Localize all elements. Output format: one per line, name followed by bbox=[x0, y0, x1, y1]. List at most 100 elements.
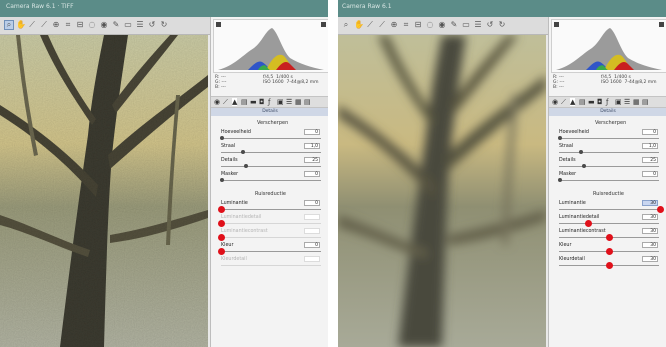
kleur-value[interactable]: 0 bbox=[304, 242, 320, 248]
details-slider[interactable] bbox=[559, 166, 659, 167]
hoeveelheid-slider[interactable] bbox=[221, 138, 321, 139]
luminantiedetail-knob[interactable] bbox=[585, 220, 592, 227]
luminantiecontrast-slider[interactable] bbox=[221, 237, 321, 238]
tab-presets-icon[interactable]: ☰ bbox=[624, 98, 630, 106]
color-sampler-icon[interactable]: ⟋ bbox=[40, 21, 48, 29]
hoeveelheid-value[interactable]: 0 bbox=[304, 129, 320, 135]
masker-slider[interactable] bbox=[559, 180, 659, 181]
crop-icon[interactable]: ⌗ bbox=[402, 21, 410, 29]
straighten-icon[interactable]: ⊟ bbox=[76, 21, 84, 29]
kleur-value[interactable]: 30 bbox=[642, 242, 658, 248]
crop-icon[interactable]: ⌗ bbox=[64, 21, 72, 29]
luminantiedetail-value[interactable]: 30 bbox=[642, 214, 658, 220]
hand-icon[interactable]: ✋ bbox=[16, 21, 26, 29]
tab-curve-icon[interactable]: ⟋ bbox=[561, 98, 566, 106]
masker-knob[interactable] bbox=[220, 178, 224, 182]
tab-detail-icon[interactable]: ▲ bbox=[570, 98, 576, 106]
luminantiedetail-slider[interactable] bbox=[559, 223, 659, 224]
straal-slider[interactable] bbox=[221, 152, 321, 153]
tab-effects-icon[interactable]: ƒ bbox=[606, 98, 608, 106]
tab-hsl-icon[interactable]: ▤ bbox=[241, 98, 248, 106]
preferences-icon[interactable]: ☰ bbox=[474, 21, 482, 29]
details-knob[interactable] bbox=[582, 164, 586, 168]
tab-snapshots-icon[interactable]: ▦ bbox=[295, 98, 302, 106]
tab-curve-icon[interactable]: ⟋ bbox=[223, 98, 228, 106]
luminantie-value[interactable]: 0 bbox=[304, 200, 320, 206]
luminantie-value[interactable]: 30 bbox=[642, 200, 658, 206]
gradient-icon[interactable]: ▭ bbox=[462, 21, 470, 29]
tab-lens-icon[interactable]: ◘ bbox=[259, 98, 265, 106]
kleur-knob[interactable] bbox=[606, 248, 613, 255]
kleur-knob[interactable] bbox=[218, 248, 225, 255]
brush-icon[interactable]: ✎ bbox=[450, 21, 458, 29]
preferences-icon[interactable]: ☰ bbox=[136, 21, 144, 29]
luminantie-slider[interactable] bbox=[221, 209, 321, 210]
rotate-right-icon[interactable]: ↻ bbox=[160, 21, 168, 29]
straal-value[interactable]: 1,0 bbox=[304, 143, 320, 149]
eyedropper-icon[interactable]: ⟋ bbox=[366, 21, 374, 29]
luminantiecontrast-value[interactable] bbox=[304, 228, 320, 234]
details-slider[interactable] bbox=[221, 166, 321, 167]
hoeveelheid-knob[interactable] bbox=[558, 136, 562, 140]
details-knob[interactable] bbox=[244, 164, 248, 168]
straal-value[interactable]: 1,0 bbox=[642, 143, 658, 149]
masker-value[interactable]: 0 bbox=[642, 171, 658, 177]
luminantie-knob[interactable] bbox=[218, 206, 225, 213]
hoeveelheid-value[interactable]: 0 bbox=[642, 129, 658, 135]
luminantiecontrast-knob[interactable] bbox=[218, 234, 225, 241]
color-sampler-icon[interactable]: ⟋ bbox=[378, 21, 386, 29]
luminantiedetail-slider[interactable] bbox=[221, 223, 321, 224]
gradient-icon[interactable]: ▭ bbox=[124, 21, 132, 29]
details-value[interactable]: 25 bbox=[642, 157, 658, 163]
hoeveelheid-knob[interactable] bbox=[220, 136, 224, 140]
luminantiecontrast-knob[interactable] bbox=[606, 234, 613, 241]
tab-basic-icon[interactable]: ◉ bbox=[552, 98, 558, 106]
luminantie-knob[interactable] bbox=[657, 206, 664, 213]
zoom-icon[interactable]: ⌕ bbox=[342, 21, 350, 29]
brush-icon[interactable]: ✎ bbox=[112, 21, 120, 29]
kleurdetail-slider[interactable] bbox=[221, 265, 321, 266]
red-eye-icon[interactable]: ◉ bbox=[100, 21, 108, 29]
tab-menu-icon[interactable]: ▤ bbox=[642, 98, 649, 106]
spot-removal-icon[interactable]: ◌ bbox=[426, 21, 434, 29]
tab-split-icon[interactable]: ▬ bbox=[250, 98, 257, 106]
tab-calibration-icon[interactable]: ▣ bbox=[615, 98, 622, 106]
tab-lens-icon[interactable]: ◘ bbox=[597, 98, 603, 106]
straal-slider[interactable] bbox=[559, 152, 659, 153]
zoom-icon[interactable]: ⌕ bbox=[4, 20, 14, 30]
eyedropper-icon[interactable]: ⟋ bbox=[28, 21, 36, 29]
straighten-icon[interactable]: ⊟ bbox=[414, 21, 422, 29]
spot-removal-icon[interactable]: ◌ bbox=[88, 21, 96, 29]
tab-menu-icon[interactable]: ▤ bbox=[304, 98, 311, 106]
details-value[interactable]: 25 bbox=[304, 157, 320, 163]
tab-snapshots-icon[interactable]: ▦ bbox=[633, 98, 640, 106]
red-eye-icon[interactable]: ◉ bbox=[438, 21, 446, 29]
hand-icon[interactable]: ✋ bbox=[354, 21, 364, 29]
target-icon[interactable]: ⊕ bbox=[390, 21, 398, 29]
rotate-left-icon[interactable]: ↺ bbox=[148, 21, 156, 29]
luminantie-slider[interactable] bbox=[559, 209, 659, 210]
straal-knob[interactable] bbox=[579, 150, 583, 154]
kleurdetail-value[interactable]: 30 bbox=[642, 256, 658, 262]
tab-hsl-icon[interactable]: ▤ bbox=[579, 98, 586, 106]
target-icon[interactable]: ⊕ bbox=[52, 21, 60, 29]
kleurdetail-value[interactable] bbox=[304, 256, 320, 262]
rotate-left-icon[interactable]: ↺ bbox=[486, 21, 494, 29]
straal-knob[interactable] bbox=[241, 150, 245, 154]
tab-split-icon[interactable]: ▬ bbox=[588, 98, 595, 106]
tab-calibration-icon[interactable]: ▣ bbox=[277, 98, 284, 106]
masker-slider[interactable] bbox=[221, 180, 321, 181]
tab-presets-icon[interactable]: ☰ bbox=[286, 98, 292, 106]
luminantiedetail-knob[interactable] bbox=[218, 220, 225, 227]
masker-knob[interactable] bbox=[558, 178, 562, 182]
rotate-right-icon[interactable]: ↻ bbox=[498, 21, 506, 29]
masker-value[interactable]: 0 bbox=[304, 171, 320, 177]
luminantiedetail-value[interactable] bbox=[304, 214, 320, 220]
luminantiecontrast-value[interactable]: 30 bbox=[642, 228, 658, 234]
kleurdetail-knob[interactable] bbox=[606, 262, 613, 269]
hoeveelheid-slider[interactable] bbox=[559, 138, 659, 139]
tab-basic-icon[interactable]: ◉ bbox=[214, 98, 220, 106]
tab-detail-icon[interactable]: ▲ bbox=[232, 98, 238, 106]
kleur-slider[interactable] bbox=[221, 251, 321, 252]
tab-effects-icon[interactable]: ƒ bbox=[268, 98, 270, 106]
